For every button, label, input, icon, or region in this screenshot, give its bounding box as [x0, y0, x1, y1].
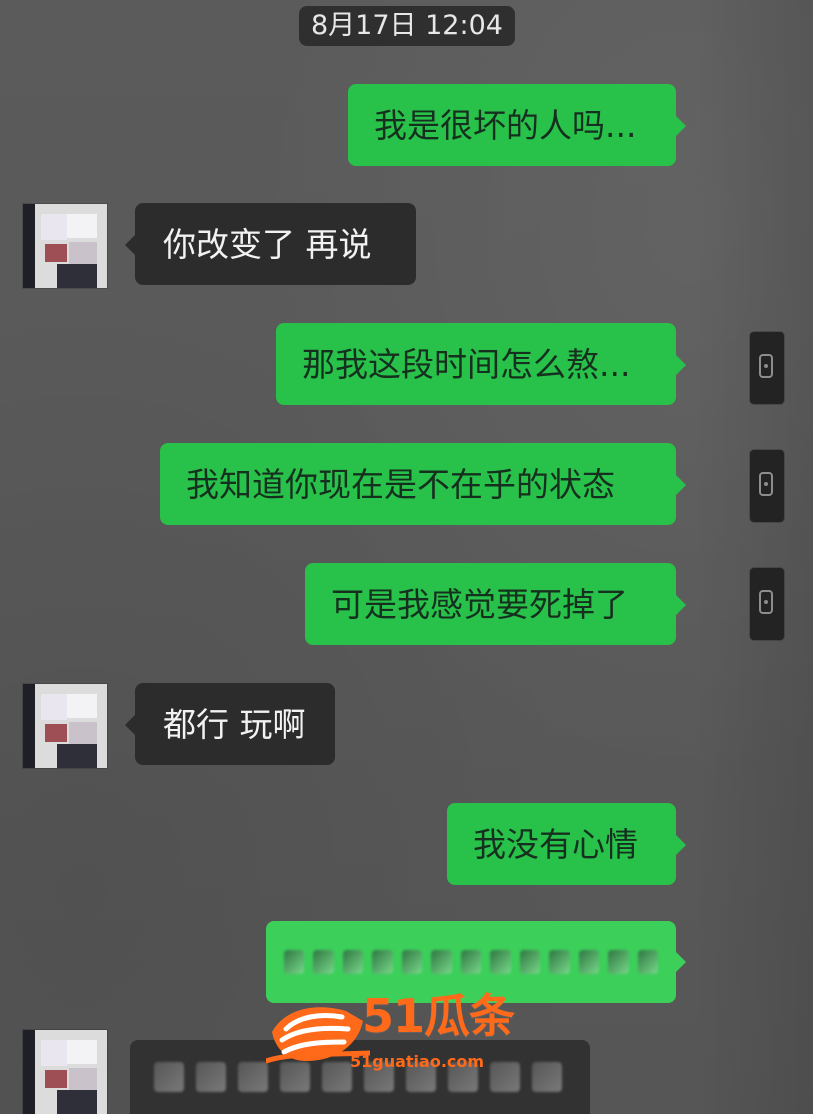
background-vignette	[693, 0, 813, 1114]
drawer-handle-icon	[759, 354, 773, 378]
avatar-pixel-block	[57, 744, 97, 768]
chat-timestamp: 8月17日 12:04	[299, 6, 515, 46]
contact-avatar[interactable]	[23, 684, 107, 768]
avatar-pixel-block	[69, 722, 97, 744]
side-drawer-tab[interactable]	[750, 332, 784, 404]
message-bubble-sent[interactable]: 可是我感觉要死掉了	[305, 563, 686, 645]
avatar-pixel-block	[45, 1070, 67, 1088]
drawer-handle-icon	[759, 472, 773, 496]
avatar-pixel-strip	[23, 204, 35, 288]
avatar-pixel-block	[69, 1068, 97, 1090]
obscured-message-content	[154, 1062, 562, 1092]
side-drawer-tab[interactable]	[750, 450, 784, 522]
message-bubble-sent[interactable]: 那我这段时间怎么熬...	[276, 323, 686, 405]
message-text: 你改变了 再说	[163, 224, 372, 264]
message-bubble-received[interactable]: 都行 玩啊	[125, 683, 335, 765]
drawer-handle-icon	[759, 590, 773, 614]
message-bubble-received-obscured[interactable]	[130, 1040, 590, 1114]
message-text: 我是很坏的人吗...	[374, 105, 637, 145]
avatar-pixel-block	[67, 694, 97, 718]
avatar-pixel-block	[57, 1090, 97, 1114]
message-text: 我没有心情	[473, 824, 638, 864]
avatar-pixel-block	[41, 694, 67, 720]
avatar-pixel-block	[67, 214, 97, 238]
avatar-pixel-block	[57, 264, 97, 288]
contact-avatar[interactable]	[23, 204, 107, 288]
avatar-pixel-strip	[23, 1030, 35, 1114]
side-drawer-tab[interactable]	[750, 568, 784, 640]
avatar-pixel-block	[67, 1040, 97, 1064]
message-text: 那我这段时间怎么熬...	[302, 344, 631, 384]
avatar-pixel-block	[41, 214, 67, 240]
message-text: 都行 玩啊	[163, 704, 306, 744]
message-bubble-sent[interactable]: 我没有心情	[447, 803, 686, 885]
avatar-pixel-block	[41, 1040, 67, 1066]
avatar-pixel-strip	[23, 684, 35, 768]
message-bubble-sent[interactable]: 我知道你现在是不在乎的状态	[160, 443, 686, 525]
avatar-pixel-block	[45, 724, 67, 742]
message-text: 可是我感觉要死掉了	[331, 584, 628, 624]
message-text: 我知道你现在是不在乎的状态	[186, 464, 615, 504]
message-bubble-received[interactable]: 你改变了 再说	[125, 203, 416, 285]
message-bubble-sent-obscured[interactable]	[266, 921, 686, 1003]
contact-avatar[interactable]	[23, 1030, 107, 1114]
avatar-pixel-block	[69, 242, 97, 264]
avatar-pixel-block	[45, 244, 67, 262]
message-bubble-sent[interactable]: 我是很坏的人吗...	[348, 84, 686, 166]
obscured-message-content	[284, 945, 659, 979]
